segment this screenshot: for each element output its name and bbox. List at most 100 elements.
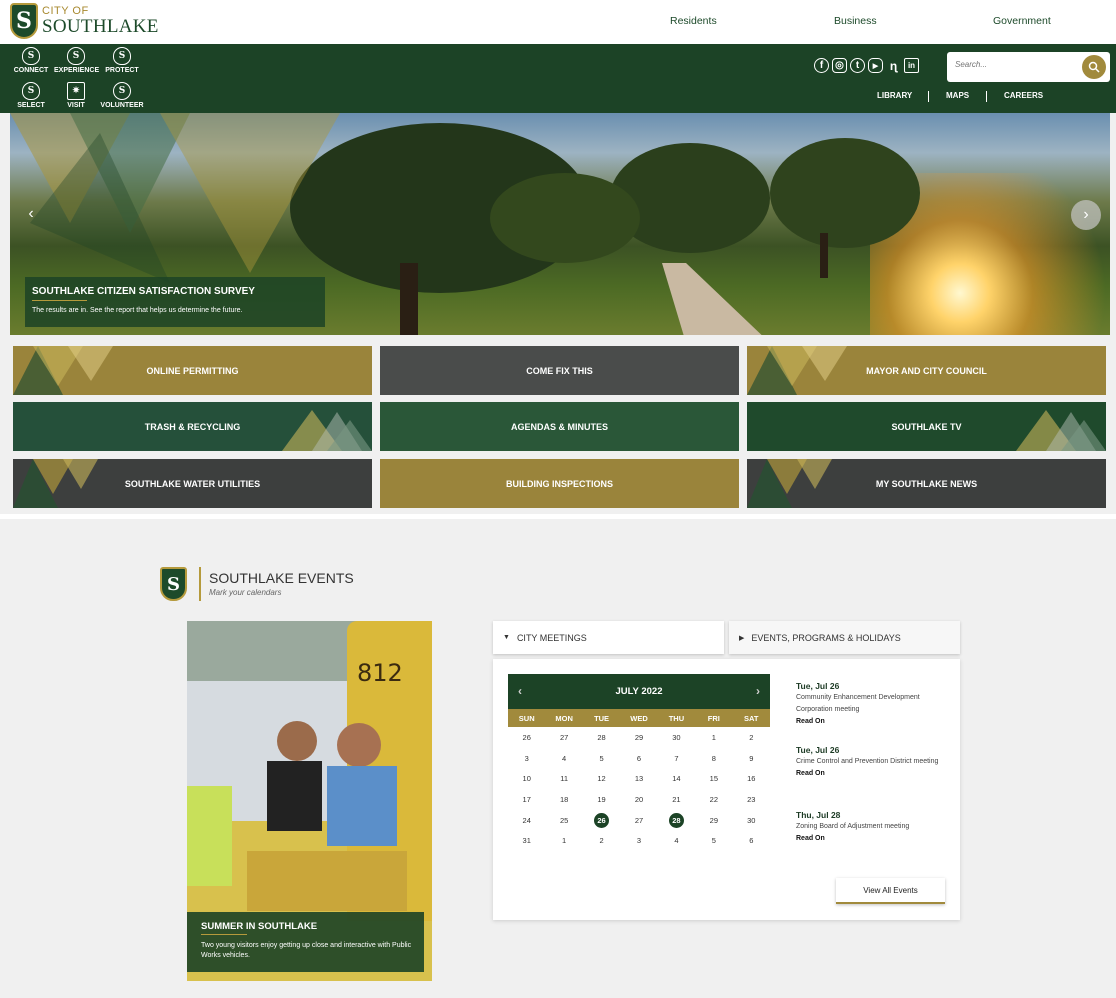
- event-item[interactable]: Tue, Jul 26 Crime Control and Prevention…: [796, 745, 946, 777]
- tile-mayor-city-council[interactable]: MAYOR AND CITY COUNCIL: [747, 346, 1106, 395]
- calendar-day[interactable]: 24: [508, 810, 545, 831]
- calendar-day[interactable]: 28: [583, 727, 620, 748]
- tile-label: BUILDING INSPECTIONS: [505, 478, 613, 489]
- calendar-day[interactable]: 16: [733, 768, 770, 789]
- calendar-day[interactable]: 15: [695, 768, 732, 789]
- quicklink-experience[interactable]: S EXPERIENCE: [54, 47, 99, 74]
- calendar-day[interactable]: 30: [733, 810, 770, 831]
- calendar-day[interactable]: 22: [695, 789, 732, 810]
- calendar-day[interactable]: 27: [620, 810, 657, 831]
- facebook-icon[interactable]: f: [814, 58, 829, 73]
- calendar-day[interactable]: 2: [733, 727, 770, 748]
- tile-my-southlake-news[interactable]: MY SOUTHLAKE NEWS: [747, 459, 1106, 508]
- search-button[interactable]: [1082, 55, 1106, 79]
- hero-path: [662, 263, 770, 335]
- calendar-prev-button[interactable]: ‹: [518, 684, 522, 698]
- quicklink-visit[interactable]: ✷ VISIT: [54, 82, 98, 109]
- linkedin-icon[interactable]: in: [904, 58, 919, 73]
- tile-agendas-minutes[interactable]: AGENDAS & MINUTES: [380, 402, 739, 451]
- instagram-icon[interactable]: ◎: [832, 58, 847, 73]
- event-item[interactable]: Tue, Jul 26 Community Enhancement Develo…: [796, 681, 946, 725]
- calendar-day[interactable]: 26: [583, 810, 620, 831]
- quicklink-label: VOLUNTEER: [100, 102, 144, 109]
- view-all-events-button[interactable]: View All Events: [836, 878, 945, 904]
- tab-events-programs-holidays[interactable]: ▶ EVENTS, PROGRAMS & HOLIDAYS: [729, 621, 960, 654]
- calendar-day[interactable]: 29: [620, 727, 657, 748]
- calendar-day[interactable]: 11: [545, 768, 582, 789]
- calendar-day[interactable]: 3: [508, 748, 545, 769]
- nav-government[interactable]: Government: [993, 15, 1051, 27]
- calendar-day[interactable]: 5: [583, 748, 620, 769]
- calendar-day[interactable]: 19: [583, 789, 620, 810]
- calendar-day[interactable]: 1: [695, 727, 732, 748]
- util-maps[interactable]: MAPS: [946, 91, 969, 100]
- calendar-day[interactable]: 14: [658, 768, 695, 789]
- calendar-day[interactable]: 2: [583, 830, 620, 851]
- calendar-day-number: 26: [594, 812, 610, 828]
- calendar-day[interactable]: 4: [658, 830, 695, 851]
- calendar-day[interactable]: 6: [733, 830, 770, 851]
- calendar-day[interactable]: 17: [508, 789, 545, 810]
- calendar-day-number: 22: [709, 794, 719, 804]
- tab-city-meetings[interactable]: ▼ CITY MEETINGS: [493, 621, 724, 654]
- hero-next-button[interactable]: ›: [1071, 200, 1101, 230]
- tile-southlake-tv[interactable]: SOUTHLAKE TV: [747, 402, 1106, 451]
- calendar-day[interactable]: 4: [545, 748, 582, 769]
- quicklink-protect[interactable]: S PROTECT: [100, 47, 144, 74]
- calendar-day[interactable]: 9: [733, 748, 770, 769]
- calendar-day[interactable]: 28: [658, 810, 695, 831]
- calendar-day-number: 4: [562, 753, 567, 763]
- calendar-day[interactable]: 25: [545, 810, 582, 831]
- calendar-day[interactable]: 1: [545, 830, 582, 851]
- hero-tree: [770, 138, 920, 248]
- calendar-day[interactable]: 5: [695, 830, 732, 851]
- youtube-icon[interactable]: ▶: [868, 58, 883, 73]
- calendar-day[interactable]: 8: [695, 748, 732, 769]
- logo-line-2: SOUTHLAKE: [42, 16, 159, 37]
- calendar-day[interactable]: 18: [545, 789, 582, 810]
- search-input[interactable]: [955, 60, 1075, 69]
- calendar-day[interactable]: 6: [620, 748, 657, 769]
- nav-residents[interactable]: Residents: [670, 15, 717, 27]
- calendar-day[interactable]: 29: [695, 810, 732, 831]
- tile-come-fix-this[interactable]: COME FIX THIS: [380, 346, 739, 395]
- calendar-day[interactable]: 27: [545, 727, 582, 748]
- quicklink-connect[interactable]: S CONNECT: [9, 47, 53, 74]
- event-item[interactable]: Thu, Jul 28 Zoning Board of Adjustment m…: [796, 810, 946, 842]
- calendar-day-number: 23: [747, 794, 756, 804]
- util-library[interactable]: LIBRARY: [877, 91, 912, 100]
- calendar-day[interactable]: 23: [733, 789, 770, 810]
- calendar-day[interactable]: 31: [508, 830, 545, 851]
- hero-prev-button[interactable]: ‹: [16, 199, 46, 229]
- city-logo[interactable]: S CITY OF SOUTHLAKE: [10, 3, 159, 39]
- quicklink-volunteer[interactable]: S VOLUNTEER: [100, 82, 144, 109]
- hero-caption[interactable]: SOUTHLAKE CITIZEN SATISFACTION SURVEY Th…: [25, 277, 325, 327]
- calendar-day[interactable]: 12: [583, 768, 620, 789]
- util-careers[interactable]: CAREERS: [1004, 91, 1043, 100]
- twitter-icon[interactable]: t: [850, 58, 865, 73]
- event-date: Tue, Jul 26: [796, 745, 840, 755]
- nav-business[interactable]: Business: [834, 15, 877, 27]
- calendar-day[interactable]: 30: [658, 727, 695, 748]
- tile-online-permitting[interactable]: ONLINE PERMITTING: [13, 346, 372, 395]
- calendar-next-button[interactable]: ›: [756, 684, 760, 698]
- calendar-day[interactable]: 21: [658, 789, 695, 810]
- event-read-on-link[interactable]: Read On: [796, 835, 946, 842]
- city-logo-text: CITY OF SOUTHLAKE: [42, 6, 159, 37]
- events-feature-photo[interactable]: 812 SUMMER IN SOUTHLAKE Two young visito…: [187, 621, 432, 981]
- calendar-day[interactable]: 10: [508, 768, 545, 789]
- nextdoor-icon[interactable]: ɳ: [886, 58, 901, 73]
- calendar-day[interactable]: 26: [508, 727, 545, 748]
- calendar-day[interactable]: 3: [620, 830, 657, 851]
- tile-label: AGENDAS & MINUTES: [510, 421, 608, 432]
- calendar-day[interactable]: 20: [620, 789, 657, 810]
- event-read-on-link[interactable]: Read On: [796, 770, 946, 777]
- chevron-left-icon: ‹: [28, 205, 34, 222]
- tile-label: SOUTHLAKE TV: [891, 421, 962, 432]
- quicklink-select[interactable]: S SELECT: [9, 82, 53, 109]
- calendar-day[interactable]: 7: [658, 748, 695, 769]
- tile-building-inspections[interactable]: BUILDING INSPECTIONS: [380, 459, 739, 508]
- event-read-on-link[interactable]: Read On: [796, 718, 946, 725]
- tile-water-utilities[interactable]: SOUTHLAKE WATER UTILITIES: [13, 459, 372, 508]
- calendar-day[interactable]: 13: [620, 768, 657, 789]
